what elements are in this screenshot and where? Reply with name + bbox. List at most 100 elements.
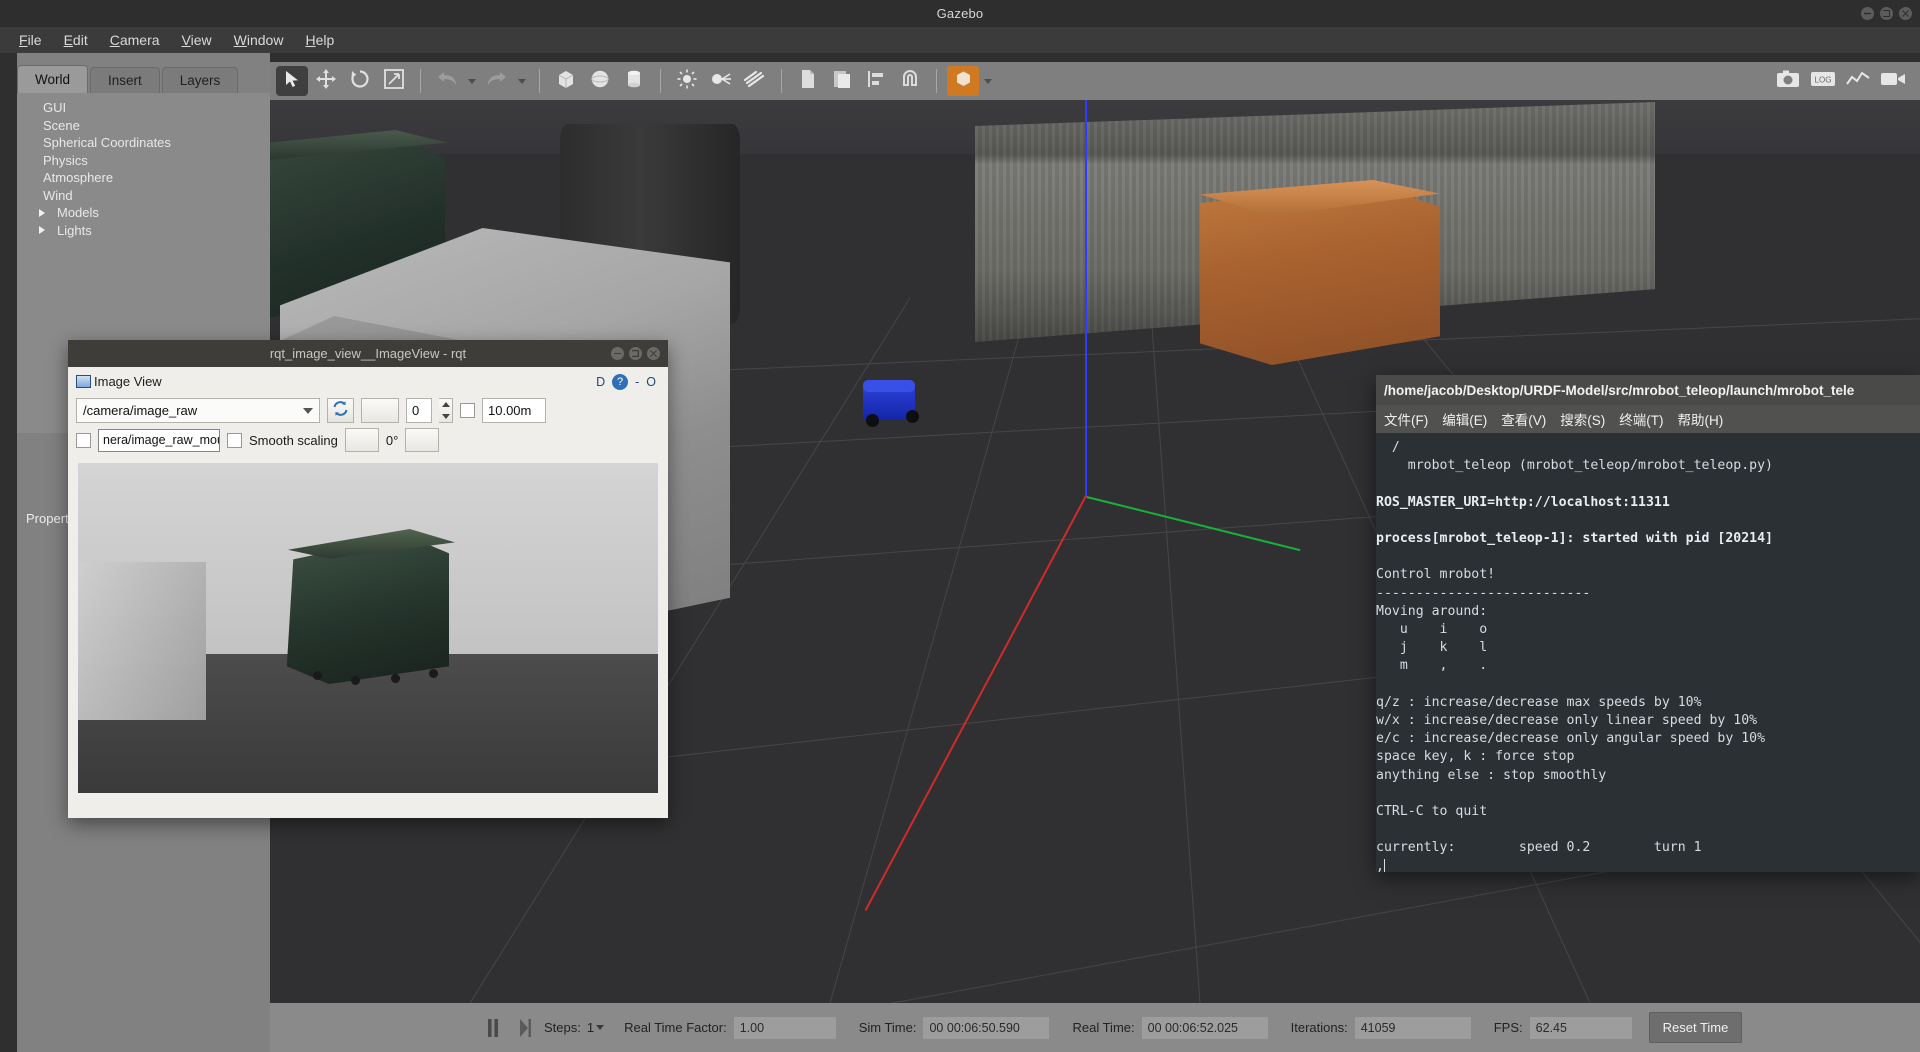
smooth-scaling-checkbox[interactable] — [227, 432, 242, 448]
steps-value[interactable]: 1 — [587, 1020, 594, 1035]
tree-item-models[interactable]: Models — [17, 204, 270, 222]
rqt-maximize-button[interactable] — [629, 347, 642, 360]
image-dumpster-wheel — [350, 675, 360, 685]
redo-button[interactable] — [481, 66, 513, 96]
scale-mode-button[interactable] — [378, 66, 410, 96]
maximize-button[interactable] — [1880, 7, 1893, 20]
close-button[interactable] — [1899, 7, 1912, 20]
tree-item-label: Wind — [43, 187, 73, 203]
rqt-minimize-button[interactable] — [611, 347, 624, 360]
publish-click-checkbox[interactable] — [76, 432, 91, 448]
terminal-line: u i o — [1376, 622, 1488, 638]
world-tree-list: GUI Scene Spherical Coordinates Physics Atmo… — [17, 93, 270, 239]
dynamic-range-checkbox[interactable] — [460, 403, 475, 418]
menu-view[interactable]: View — [171, 29, 223, 51]
pause-icon[interactable] — [480, 1015, 506, 1041]
rqt-titlebar[interactable]: rqt_image_view__ImageView - rqt — [68, 340, 668, 367]
plot-line-icon[interactable] — [1846, 70, 1870, 93]
tree-item-scene[interactable]: Scene — [17, 117, 270, 135]
select-mode-button[interactable] — [276, 66, 308, 96]
tab-insert-label: Insert — [108, 73, 142, 88]
terminal-menu-item[interactable]: 搜索(S) — [1560, 409, 1605, 429]
help-icon[interactable]: ? — [612, 373, 629, 390]
undo-button[interactable] — [431, 66, 463, 96]
chevron-right-icon[interactable] — [39, 208, 45, 217]
terminal-line: space key, k : force stop — [1376, 749, 1575, 765]
terminal-menu-item[interactable]: 文件(F) — [1384, 409, 1428, 429]
snap-button[interactable] — [894, 66, 926, 96]
tree-item-physics[interactable]: Physics — [17, 152, 270, 170]
mouse-topic-input[interactable]: nera/image_raw_mouse_left — [98, 428, 220, 452]
menu-edit[interactable]: Edit — [53, 29, 99, 51]
menu-camera[interactable]: Camera — [99, 29, 171, 51]
gazebo-application-window: Gazebo File Edit Camera View Window Help Worl… — [0, 0, 1920, 1052]
tab-world[interactable]: World — [17, 65, 89, 93]
rotate-mode-button[interactable] — [344, 66, 376, 96]
insert-cylinder-button[interactable] — [618, 66, 650, 96]
minimize-pane-button[interactable]: - — [635, 375, 639, 389]
max-range-input[interactable]: 0 — [406, 398, 432, 423]
zoom-fit-button[interactable] — [361, 398, 399, 423]
menu-help[interactable]: Help — [294, 29, 345, 51]
toolbar-separator — [660, 69, 661, 93]
align-button[interactable] — [860, 66, 892, 96]
view-angle-button[interactable] — [947, 66, 979, 96]
dock-toggle-button[interactable]: D — [596, 375, 605, 389]
tree-item-lights[interactable]: Lights — [17, 222, 270, 240]
window-titlebar: Gazebo — [0, 0, 1920, 27]
insert-point-light-button[interactable] — [671, 66, 703, 96]
tree-item-label: Physics — [43, 152, 88, 168]
tab-insert[interactable]: Insert — [90, 67, 160, 93]
redo-dropdown[interactable] — [515, 66, 529, 96]
tree-item-label: Spherical Coordinates — [43, 135, 171, 151]
chevron-right-icon[interactable] — [39, 226, 45, 235]
step-forward-icon[interactable] — [512, 1015, 538, 1041]
insert-sphere-button[interactable] — [584, 66, 616, 96]
translate-mode-button[interactable] — [310, 66, 342, 96]
iterations-value: 41059 — [1353, 1015, 1472, 1040]
real-time-factor-value: 1.00 — [732, 1015, 837, 1040]
menu-window[interactable]: Window — [223, 29, 295, 51]
image-view-canvas[interactable] — [78, 463, 658, 793]
terminal-output[interactable]: / mrobot_teleop (mrobot_teleop/mrobot_te… — [1376, 433, 1920, 876]
undo-dropdown[interactable] — [465, 66, 479, 96]
rotate-cw-button[interactable] — [405, 428, 440, 452]
copy-button[interactable] — [792, 66, 824, 96]
tree-item-spherical-coordinates[interactable]: Spherical Coordinates — [17, 134, 270, 152]
axis-z-line — [1085, 68, 1087, 498]
snap-magnet-icon — [901, 69, 919, 94]
refresh-topics-button[interactable] — [327, 398, 354, 423]
tree-item-atmosphere[interactable]: Atmosphere — [17, 169, 270, 187]
insert-spot-light-button[interactable] — [705, 66, 737, 96]
steps-spinner-icon[interactable] — [596, 1025, 605, 1030]
rotate-ccw-button[interactable] — [344, 428, 379, 452]
terminal-titlebar[interactable]: /home/jacob/Desktop/URDF-Model/src/mrobo… — [1376, 375, 1920, 405]
tree-item-wind[interactable]: Wind — [17, 187, 270, 205]
terminal-menu-item[interactable]: 查看(V) — [1501, 409, 1546, 429]
terminal-menu-item[interactable]: 编辑(E) — [1442, 409, 1487, 429]
topic-combobox[interactable]: /camera/image_raw — [76, 398, 320, 423]
video-camera-icon[interactable] — [1880, 70, 1906, 93]
real-time-factor-label: Real Time Factor: — [624, 1020, 727, 1035]
max-range-spinner[interactable] — [439, 398, 453, 423]
terminal-menu-item[interactable]: 终端(T) — [1619, 409, 1663, 429]
distance-input[interactable]: 10.00m — [482, 398, 546, 423]
real-time-label: Real Time: — [1072, 1020, 1135, 1035]
close-pane-button[interactable]: O — [646, 375, 656, 389]
camera-icon[interactable] — [1776, 70, 1800, 93]
terminal-menu-item[interactable]: 帮助(H) — [1678, 409, 1724, 429]
gazebo-toolbar: LOG — [270, 62, 1920, 100]
view-angle-dropdown[interactable] — [981, 66, 995, 96]
rqt-close-button[interactable] — [647, 347, 660, 360]
paste-button[interactable] — [826, 66, 858, 96]
menu-file[interactable]: File — [8, 29, 53, 51]
minimize-button[interactable] — [1861, 7, 1874, 20]
reset-time-button[interactable]: Reset Time — [1648, 1012, 1743, 1043]
log-icon[interactable]: LOG — [1810, 70, 1836, 93]
insert-directional-light-button[interactable] — [739, 66, 771, 96]
wooden-crate-model[interactable] — [1200, 185, 1440, 365]
tab-layers[interactable]: Layers — [161, 67, 239, 93]
tree-item-gui[interactable]: GUI — [17, 99, 270, 117]
insert-box-button[interactable] — [550, 66, 582, 96]
